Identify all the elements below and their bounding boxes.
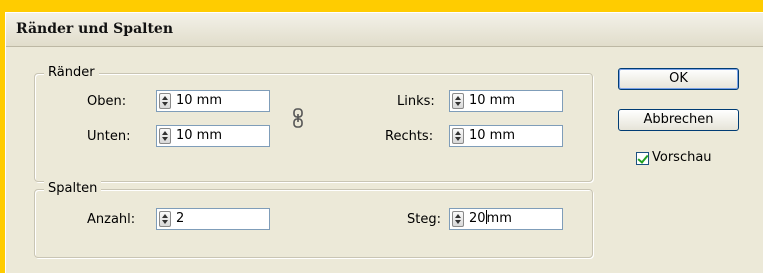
column-count-field[interactable]: 2 — [156, 208, 270, 230]
column-count-label: Anzahl: — [87, 212, 136, 227]
bottom-margin-value: 10 mm — [176, 128, 223, 143]
spin-down-icon[interactable] — [455, 137, 461, 141]
margins-columns-dialog: Ränder und Spalten Ränder Oben: 10 mm Un… — [5, 12, 763, 273]
cancel-button[interactable]: Abbrechen — [618, 109, 739, 131]
column-count-stepper[interactable] — [159, 211, 171, 227]
right-margin-value: 10 mm — [469, 128, 516, 143]
top-margin-stepper[interactable] — [159, 93, 171, 109]
bottom-margin-field[interactable]: 10 mm — [156, 125, 270, 147]
spin-up-icon[interactable] — [162, 214, 168, 218]
columns-legend: Spalten — [44, 181, 102, 196]
gutter-number: 20 — [469, 211, 486, 226]
gutter-value: 20mm — [469, 209, 512, 229]
spin-down-icon[interactable] — [162, 137, 168, 141]
gutter-unit: mm — [486, 211, 512, 226]
spin-down-icon[interactable] — [455, 102, 461, 106]
checkmark-icon — [637, 152, 649, 164]
spin-up-icon[interactable] — [455, 131, 461, 135]
left-margin-value: 10 mm — [469, 93, 516, 108]
bottom-label: Unten: — [87, 129, 131, 144]
spin-up-icon[interactable] — [162, 131, 168, 135]
preview-checkbox[interactable] — [636, 152, 649, 165]
right-margin-stepper[interactable] — [452, 128, 464, 144]
preview-label[interactable]: Vorschau — [652, 150, 712, 165]
column-count-value: 2 — [176, 211, 185, 226]
gutter-stepper[interactable] — [452, 211, 464, 227]
bottom-margin-stepper[interactable] — [159, 128, 171, 144]
spin-up-icon[interactable] — [455, 214, 461, 218]
right-margin-field[interactable]: 10 mm — [449, 125, 563, 147]
ok-button[interactable]: OK — [618, 68, 739, 90]
spin-down-icon[interactable] — [162, 220, 168, 224]
columns-group: Spalten Anzahl: 2 Steg: 20mm — [34, 181, 593, 258]
title-bar[interactable]: Ränder und Spalten — [6, 13, 763, 47]
margins-legend: Ränder — [44, 65, 99, 80]
spin-down-icon[interactable] — [455, 220, 461, 224]
left-label: Links: — [397, 94, 435, 109]
margins-group: Ränder Oben: 10 mm Unten: 10 mm Links: 1… — [34, 65, 593, 182]
gutter-label: Steg: — [407, 212, 441, 227]
gutter-field[interactable]: 20mm — [449, 208, 563, 230]
chain-link-icon[interactable] — [291, 108, 305, 128]
right-label: Rechts: — [385, 129, 434, 144]
spin-up-icon[interactable] — [162, 96, 168, 100]
spin-up-icon[interactable] — [455, 96, 461, 100]
top-margin-value: 10 mm — [176, 93, 223, 108]
dialog-title: Ränder und Spalten — [16, 21, 174, 37]
left-margin-field[interactable]: 10 mm — [449, 90, 563, 112]
top-label: Oben: — [87, 94, 127, 109]
top-margin-field[interactable]: 10 mm — [156, 90, 270, 112]
spin-down-icon[interactable] — [162, 102, 168, 106]
left-margin-stepper[interactable] — [452, 93, 464, 109]
